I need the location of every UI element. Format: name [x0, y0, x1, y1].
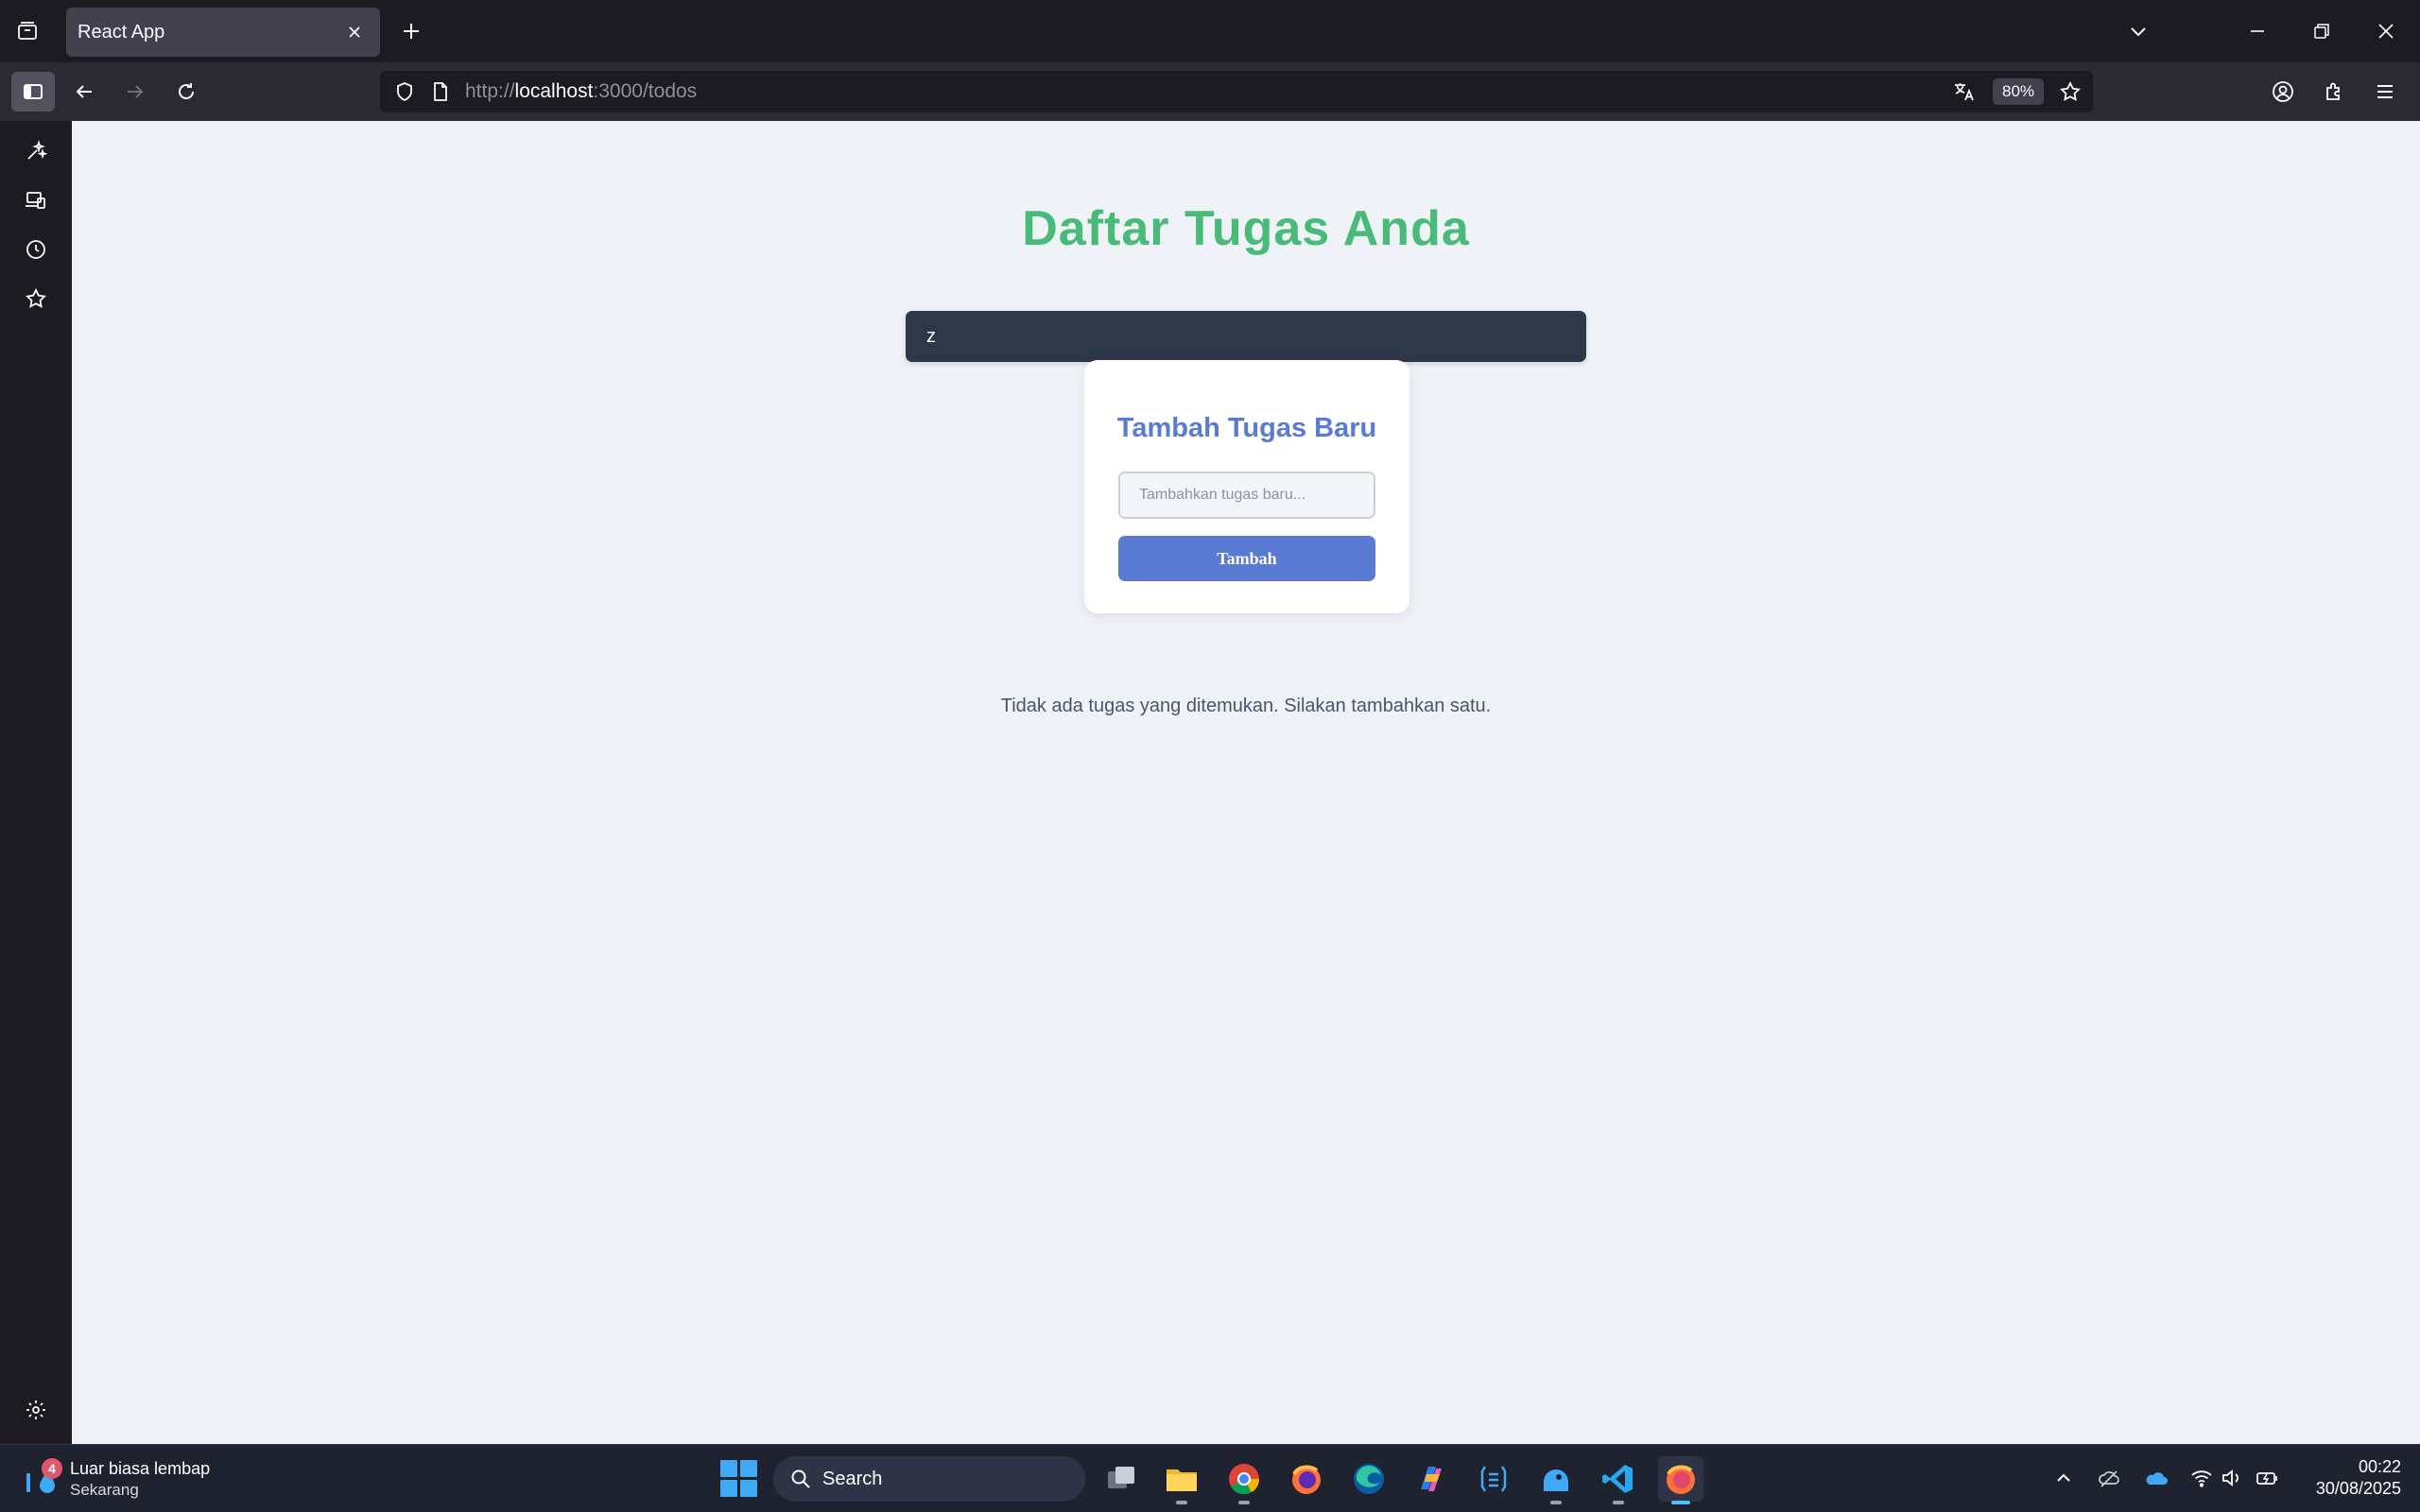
sidebar-settings-gear-icon[interactable]	[17, 1391, 55, 1429]
add-task-card: Tambah Tugas Baru Tambahkan tugas baru..…	[1084, 360, 1409, 613]
history-icon[interactable]	[17, 231, 55, 268]
notification-badge: 4	[42, 1458, 62, 1479]
wsl-terminal-icon[interactable]	[1471, 1456, 1516, 1502]
bookmarks-icon[interactable]	[17, 280, 55, 318]
browser-titlebar: React App	[0, 0, 2420, 62]
restore-icon[interactable]	[2303, 13, 2341, 49]
system-clock[interactable]: 00:22 30/08/2025	[2297, 1456, 2401, 1500]
back-icon[interactable]	[62, 72, 106, 112]
windows-taskbar: 4 Luar biasa lembap Sekarang Search 00:2…	[0, 1444, 2420, 1512]
running-indicator	[1613, 1501, 1624, 1504]
windows-logo-tile	[720, 1460, 737, 1477]
empty-state-message: Tidak ada tugas yang ditemukan. Silakan …	[1000, 696, 1492, 716]
address-bar[interactable]: http://localhost:3000/todos 80%	[380, 71, 2093, 112]
firefox-developer-icon[interactable]	[1658, 1456, 1703, 1504]
close-tab-icon[interactable]	[342, 20, 367, 44]
search-label: Search	[822, 1468, 883, 1489]
fluent-app-icon[interactable]	[1533, 1456, 1579, 1504]
extensions-icon[interactable]	[2312, 72, 2356, 112]
synced-tabs-icon[interactable]	[17, 181, 55, 219]
page-info-icon[interactable]	[425, 77, 456, 107]
sidebar-toggle-icon[interactable]	[11, 72, 55, 112]
active-indicator	[1671, 1501, 1690, 1504]
shield-icon[interactable]	[389, 77, 420, 107]
browser-tab[interactable]: React App	[66, 8, 380, 57]
url-host: localhost	[514, 80, 594, 102]
browser-navbar: http://localhost:3000/todos 80%	[0, 62, 2420, 121]
running-indicator	[1176, 1501, 1187, 1504]
new-task-input[interactable]: Tambahkan tugas baru...	[1118, 472, 1375, 519]
running-indicator	[1550, 1501, 1562, 1504]
url-text[interactable]: http://localhost:3000/todos	[465, 80, 697, 103]
ai-chatbot-icon[interactable]	[17, 132, 55, 170]
firefox-icon[interactable]	[1284, 1456, 1329, 1502]
running-indicator	[1238, 1501, 1250, 1504]
chevron-up-icon[interactable]	[2048, 1462, 2080, 1494]
battery-charging-icon[interactable]	[2252, 1462, 2284, 1494]
file-explorer-icon[interactable]	[1159, 1456, 1204, 1504]
copilot-icon[interactable]	[1409, 1456, 1454, 1502]
reload-icon[interactable]	[164, 72, 208, 112]
start-button[interactable]	[720, 1460, 758, 1498]
minimize-icon[interactable]	[2238, 13, 2276, 49]
url-prefix: http://	[465, 80, 515, 102]
task-view-icon[interactable]	[1098, 1456, 1144, 1502]
add-task-button[interactable]: Tambah	[1118, 536, 1375, 581]
close-window-icon[interactable]	[2367, 13, 2405, 49]
onedrive-icon[interactable]	[2140, 1462, 2172, 1494]
bookmark-star-icon[interactable]	[2055, 77, 2085, 107]
cloud-off-icon[interactable]	[2093, 1462, 2125, 1494]
search-icon	[791, 1469, 810, 1488]
windows-logo-tile	[740, 1460, 757, 1477]
menu-icon[interactable]	[2363, 72, 2407, 112]
account-icon[interactable]	[2261, 72, 2305, 112]
weather-widget[interactable]: 4 Luar biasa lembap Sekarang	[19, 1454, 210, 1503]
web-page: Daftar Tugas Anda z Tambah Tugas Baru Ta…	[72, 121, 2420, 1444]
page-title: Daftar Tugas Anda	[1022, 201, 1470, 256]
zoom-level-badge[interactable]: 80%	[1993, 78, 2044, 105]
wifi-icon[interactable]	[2186, 1462, 2218, 1494]
url-path: :3000/todos	[593, 80, 698, 102]
clock-time: 00:22	[2358, 1457, 2401, 1476]
list-all-tabs-icon[interactable]	[2119, 13, 2157, 49]
weather-title: Luar biasa lembap	[70, 1459, 211, 1478]
edge-icon[interactable]	[1346, 1456, 1392, 1502]
volume-icon[interactable]	[2216, 1462, 2248, 1494]
vscode-icon[interactable]	[1596, 1456, 1641, 1504]
weather-icon: 4	[19, 1458, 62, 1500]
forward-icon[interactable]	[113, 72, 157, 112]
add-task-title: Tambah Tugas Baru	[1116, 413, 1377, 443]
windows-logo-tile	[740, 1480, 757, 1497]
browser-sidebar	[0, 121, 72, 1444]
tab-title: React App	[78, 21, 165, 43]
taskbar-search[interactable]: Search	[773, 1456, 1085, 1502]
new-tab-icon[interactable]	[395, 15, 427, 47]
windows-logo-tile	[720, 1480, 737, 1497]
weather-subtitle: Sekarang	[70, 1481, 139, 1499]
chrome-icon[interactable]	[1221, 1456, 1267, 1504]
tab-list-icon[interactable]	[11, 16, 43, 46]
clock-date: 30/08/2025	[2315, 1479, 2401, 1498]
translate-icon[interactable]	[1949, 77, 1979, 107]
search-input[interactable]: z	[906, 311, 1586, 362]
